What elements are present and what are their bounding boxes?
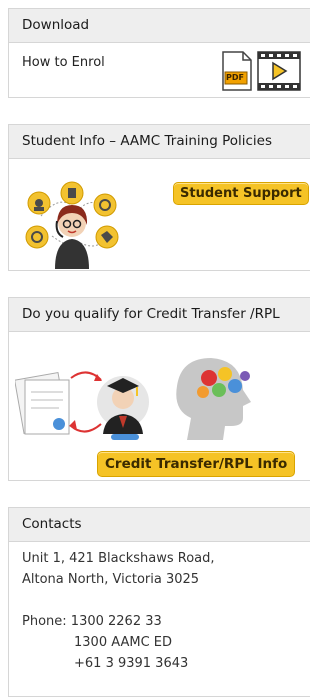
contacts-panel: Contacts Unit 1, 421 Blackshaws Road, Al… <box>8 507 310 697</box>
address-line-2: Altona North, Victoria 3025 <box>22 572 200 587</box>
address-line-1: Unit 1, 421 Blackshaws Road, <box>22 551 215 566</box>
thinking-head-illustration <box>169 352 259 442</box>
policies-header: Student Info – AAMC Training Policies <box>9 125 310 159</box>
phone-row-1: Phone: 1300 2262 33 <box>22 611 215 632</box>
phone-number-1[interactable]: 1300 2262 33 <box>71 614 162 629</box>
phone-number-2[interactable]: 1300 AAMC ED <box>22 632 215 653</box>
credit-transfer-button[interactable]: Credit Transfer/RPL Info <box>97 451 296 477</box>
credit-panel: Do you qualify for Credit Transfer /RPL <box>8 297 310 481</box>
phone-label: Phone: <box>22 614 67 629</box>
contacts-header: Contacts <box>9 508 310 542</box>
contacts-body: Unit 1, 421 Blackshaws Road, Altona Nort… <box>22 548 215 674</box>
credit-header: Do you qualify for Credit Transfer /RPL <box>9 298 310 332</box>
phone-number-3[interactable]: +61 3 9391 3643 <box>22 653 215 674</box>
policies-panel: Student Info – AAMC Training Policies St… <box>8 124 310 271</box>
download-panel: Download How to Enrol PDF <box>8 8 310 98</box>
support-team-illustration <box>17 181 127 269</box>
pdf-icon[interactable]: PDF <box>221 51 253 91</box>
certificate-graduate-illustration <box>14 362 155 442</box>
student-support-button[interactable]: Student Support <box>173 182 309 205</box>
video-icon[interactable] <box>257 51 301 91</box>
download-header: Download <box>9 9 310 43</box>
how-to-enrol-link[interactable]: How to Enrol <box>22 55 105 70</box>
pdf-icon-label: PDF <box>226 73 244 82</box>
